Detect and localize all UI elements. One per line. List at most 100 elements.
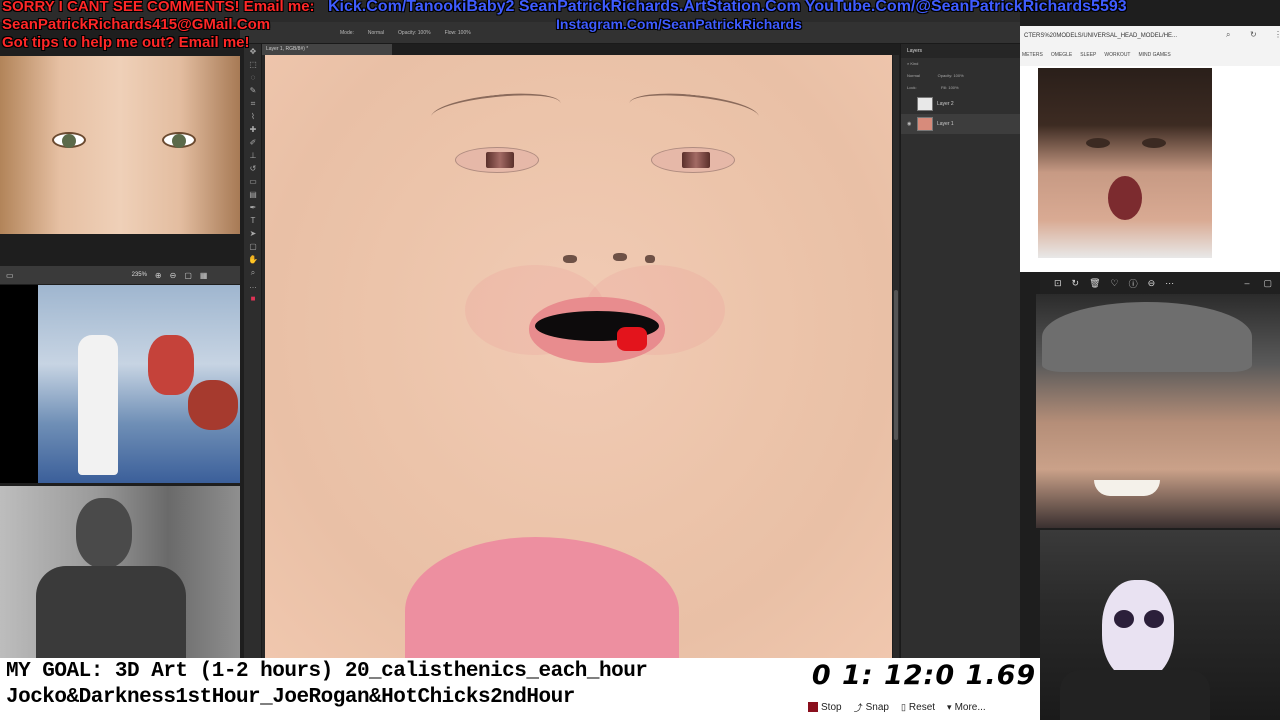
more-tools-icon[interactable]: … [248, 281, 258, 291]
zoom-tool-icon[interactable]: ⌕ [248, 268, 258, 278]
bookmark-item[interactable]: WORKOUT [1104, 52, 1130, 58]
type-tool-icon[interactable]: T [248, 216, 258, 226]
eyedropper-icon[interactable]: ⌇ [248, 112, 258, 122]
red-puppet [148, 335, 194, 395]
opacity-field[interactable]: Opacity: 100% [938, 73, 964, 78]
vertical-scrollbar[interactable] [893, 55, 899, 658]
visibility-eye-icon[interactable]: ◉ [907, 121, 913, 127]
nostril-right [645, 255, 655, 263]
video-tile-woman-open-mouth [1038, 68, 1212, 258]
woman-eye-right [1142, 138, 1166, 148]
open-mouth [1108, 176, 1142, 220]
zoom-in-icon[interactable]: ⊕ [155, 271, 162, 280]
screen-mode-icon[interactable]: ▢ [184, 271, 192, 280]
browser-window: CTERS%20MODELS/UNIVERSAL_HEAD_MODEL/HE..… [1020, 26, 1280, 66]
host-head [76, 498, 132, 568]
stopwatch-display: 0 1: 12:0 1.69 [811, 660, 1037, 691]
status-panel-icon[interactable]: ▭ [6, 271, 14, 280]
stream-screen: Mode: Normal Opacity: 100% Flow: 100% La… [0, 0, 1280, 720]
minimize-icon[interactable]: – [1244, 278, 1249, 289]
bookmark-item[interactable]: OMEGLE [1051, 52, 1072, 58]
iris-left [62, 134, 76, 148]
nostril-left [563, 255, 577, 263]
stop-button[interactable]: Stop [808, 702, 842, 713]
reset-button[interactable]: ▯ Reset [901, 702, 935, 713]
zoom-out-icon[interactable]: ⊖ [170, 271, 177, 280]
rotate-icon[interactable]: ↻ [1072, 278, 1080, 289]
color-swatch-icon[interactable]: ■ [248, 294, 258, 304]
snap-button[interactable]: ⤴ Snap [854, 701, 889, 714]
layer-row-layer-2[interactable]: Layer 2 [901, 94, 1020, 114]
option-mode-value[interactable]: Normal [368, 30, 384, 36]
zoom-level[interactable]: 235% [132, 272, 147, 278]
woman-eye-left [1086, 138, 1110, 148]
menu-icon[interactable]: ⋮ [1274, 30, 1280, 39]
scrollbar-thumb[interactable] [894, 290, 898, 440]
stopwatch: 0 1: 12:0 1.69 Stop ⤴ Snap ▯ Reset ▾ Mor… [806, 658, 1040, 720]
blend-mode-select[interactable]: Normal [907, 73, 920, 78]
bookmark-item[interactable]: METERS [1022, 52, 1043, 58]
blend-row: Normal Opacity: 100% [901, 70, 1020, 82]
chevron-down-icon: ▾ [947, 701, 952, 712]
crop-tool-icon[interactable]: ⌗ [248, 99, 258, 109]
host-body [36, 566, 186, 658]
history-brush-icon[interactable]: ↺ [248, 164, 258, 174]
right-iris [682, 152, 710, 168]
gradient-tool-icon[interactable]: ▤ [248, 190, 258, 200]
right-eye [651, 147, 735, 173]
streamer-face-paint [1102, 580, 1174, 680]
search-icon[interactable]: ⌕ [1226, 30, 1230, 40]
mouth-red-patch [617, 327, 647, 351]
reset-label: Reset [908, 701, 936, 713]
healing-brush-icon[interactable]: ✚ [248, 125, 258, 135]
bookmark-item[interactable]: MIND GAMES [1138, 52, 1170, 58]
option-opacity[interactable]: Opacity: 100% [398, 30, 431, 36]
path-select-icon[interactable]: ➤ [248, 229, 258, 239]
bookmarks-bar: METERS OMEGLE SLEEP WORKOUT MIND GAMES [1020, 48, 1280, 62]
hand-tool-icon[interactable]: ✋ [248, 255, 258, 265]
window-controls: – ▢ [1244, 278, 1280, 289]
streamer-shirt [1060, 670, 1210, 720]
image-viewer-toolbar: ⊡ ↻ 🗑 ♡ ⓘ ⊖ ⋯ – ▢ [1040, 272, 1280, 294]
more-button[interactable]: ▾ More... [947, 702, 986, 713]
marquee-tool-icon[interactable]: ⬚ [248, 60, 258, 70]
webcam-tile-streamer [1040, 530, 1280, 720]
arrange-icon[interactable]: ▦ [200, 271, 208, 280]
face-paint-eye-right [1144, 610, 1164, 628]
quick-select-icon[interactable]: ✎ [248, 86, 258, 96]
face-texture-canvas[interactable] [265, 55, 892, 658]
stopwatch-controls: Stop ⤴ Snap ▯ Reset ▾ More... [806, 696, 1040, 718]
option-mode-label: Mode: [340, 29, 354, 36]
layer-filter-row[interactable]: ⌕ Kind [901, 58, 1020, 70]
lasso-tool-icon[interactable]: ◌ [248, 73, 258, 83]
nostril-center [613, 253, 627, 261]
address-bar[interactable]: CTERS%20MODELS/UNIVERSAL_HEAD_MODEL/HE..… [1022, 30, 1222, 44]
option-flow[interactable]: Flow: 100% [445, 30, 471, 36]
info-icon[interactable]: ⓘ [1129, 277, 1138, 290]
layer-row-layer-1[interactable]: ◉ Layer 1 [901, 114, 1020, 134]
photoshop-status-bar: ▭ 235% ⊕ ⊖ ▢ ▦ [0, 266, 240, 284]
brush-tool-icon[interactable]: ✐ [248, 138, 258, 148]
crop-icon[interactable]: ⊡ [1054, 278, 1062, 289]
delete-icon[interactable]: 🗑 [1089, 278, 1100, 289]
visibility-eye-icon[interactable] [907, 101, 913, 107]
pen-tool-icon[interactable]: ✒ [248, 203, 258, 213]
favorite-icon[interactable]: ♡ [1111, 278, 1119, 289]
layers-panel-tab[interactable]: Layers [901, 44, 1020, 58]
stop-icon [808, 702, 818, 712]
shape-tool-icon[interactable]: ▢ [248, 242, 258, 252]
more-icon[interactable]: ⋯ [1165, 278, 1174, 289]
bookmark-item[interactable]: SLEEP [1080, 52, 1096, 58]
mouth [529, 297, 665, 363]
fill-field[interactable]: Fill: 100% [941, 85, 959, 90]
kind-label: Kind [910, 61, 919, 66]
photoshop-toolbar: ✥ ⬚ ◌ ✎ ⌗ ⌇ ✚ ✐ ⊥ ↺ ▭ ▤ ✒ T ➤ ▢ ✋ ⌕ … ■ [244, 44, 262, 658]
refresh-icon[interactable]: ↻ [1250, 30, 1257, 39]
eraser-tool-icon[interactable]: ▭ [248, 177, 258, 187]
stamp-tool-icon[interactable]: ⊥ [248, 151, 258, 161]
overlay-tips: Got tips to help me out? Email me! [2, 34, 250, 51]
maximize-icon[interactable]: ▢ [1263, 278, 1272, 289]
edit-icon[interactable]: ⊖ [1148, 278, 1156, 289]
video-tile-muppets [0, 285, 240, 483]
document-tab[interactable]: Layer 1, RGB/8#) * [262, 44, 392, 55]
